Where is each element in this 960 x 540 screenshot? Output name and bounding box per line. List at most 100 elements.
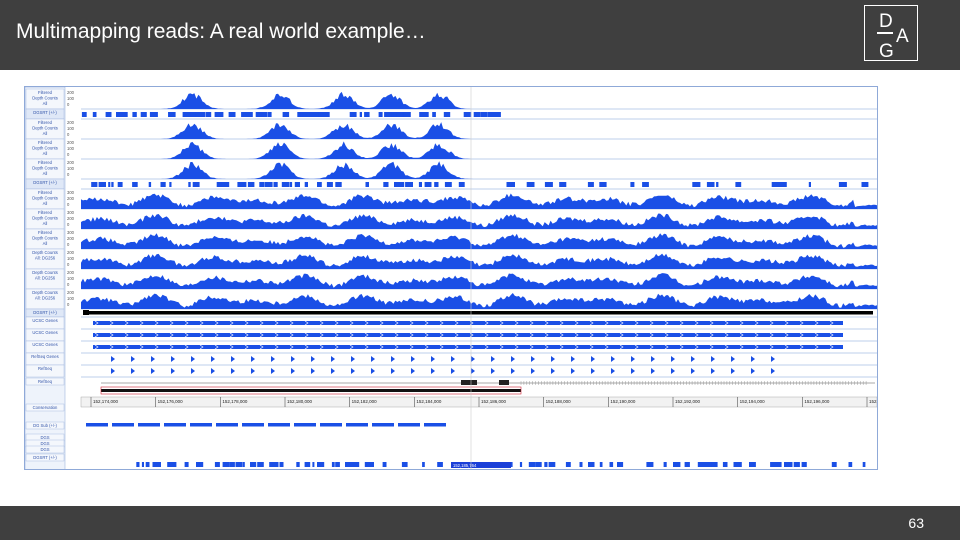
exon-arrow <box>211 356 215 362</box>
feature-block <box>227 182 230 187</box>
bottom-feature-block <box>242 462 245 467</box>
feature-block <box>365 182 369 187</box>
coverage-track <box>81 233 877 249</box>
ruler-tick-label: 152,180,000 <box>287 399 313 404</box>
bottom-feature-block <box>617 462 622 467</box>
bottom-feature-block <box>145 462 150 467</box>
page-number: 63 <box>908 515 924 531</box>
feature-block <box>184 112 191 117</box>
feature-block <box>122 112 128 117</box>
feature-block <box>404 112 410 117</box>
bottom-feature-block <box>548 462 556 467</box>
locus-highlight <box>101 389 521 392</box>
bottom-feature-block <box>235 462 243 467</box>
feature-block <box>273 182 278 187</box>
coverage-track <box>81 161 877 179</box>
exon-arrow <box>191 368 195 374</box>
ruler-tick-label: 152,178,000 <box>222 399 248 404</box>
track-label-text: All: DG256 <box>35 256 56 261</box>
bottom-feature-block <box>609 462 614 467</box>
coverage-track <box>81 213 877 229</box>
feature-block <box>262 112 268 117</box>
lower-label-text: Conservation <box>33 405 58 410</box>
exon-arrow <box>671 356 675 362</box>
locus-label: 152,185,764 <box>453 463 477 468</box>
gene-segment <box>424 423 446 427</box>
track-label-text: Depth Counts <box>32 250 58 255</box>
bottom-feature-block <box>675 462 681 467</box>
track-label-text: All <box>43 151 48 156</box>
slide-header: Multimapping reads: A real world example… <box>0 0 960 70</box>
track-scale-label: 200 <box>67 270 75 275</box>
feature-block <box>383 182 389 187</box>
track-scale-label: 0 <box>67 262 70 267</box>
track-label-text: Depth Counts <box>32 216 58 221</box>
feature-block <box>480 112 488 117</box>
track-scale-label: 0 <box>67 302 70 307</box>
gene-segment <box>242 423 264 427</box>
bottom-feature-block <box>770 462 777 467</box>
track-scale-label: 300 <box>67 210 75 215</box>
feature-block <box>418 182 422 187</box>
track-scale-label: 0 <box>67 202 70 207</box>
exon-arrow <box>471 356 475 362</box>
feature-block <box>304 182 308 187</box>
gene-model <box>93 345 843 349</box>
gene-model <box>93 333 843 337</box>
coverage-track <box>81 91 877 109</box>
feature-block <box>302 112 309 117</box>
feature-block <box>706 182 715 187</box>
track-label-text: All <box>43 171 48 176</box>
exon-arrow <box>131 356 135 362</box>
genome-browser-tracks: FilteredDepth CountsAll2001000DGSRT (+/-… <box>25 87 877 469</box>
bottom-feature-block <box>663 462 667 467</box>
exon-arrow <box>391 368 395 374</box>
exon-arrow <box>751 356 755 362</box>
ruler-tick-label: 152,182,000 <box>352 399 378 404</box>
track-scale-label: 0 <box>67 172 70 177</box>
exon-arrow <box>251 368 255 374</box>
feature-block <box>168 112 171 117</box>
feature-block <box>838 182 847 187</box>
feature-block <box>246 112 253 117</box>
exon-arrow <box>371 368 375 374</box>
bottom-feature-block <box>749 462 756 467</box>
feature-block <box>108 182 111 187</box>
exon-arrow <box>651 368 655 374</box>
feature-block <box>216 182 222 187</box>
feature-block <box>296 182 300 187</box>
coverage-track <box>81 141 877 159</box>
feature-block <box>259 182 265 187</box>
lower-label-text: DGS <box>40 435 49 440</box>
feature-block <box>692 182 700 187</box>
exon-arrow <box>711 356 715 362</box>
exon-arrow <box>111 368 115 374</box>
gene-segment <box>268 423 290 427</box>
feature-block <box>281 182 290 187</box>
bottom-feature-block <box>801 462 807 467</box>
track-scale-label: 0 <box>67 282 70 287</box>
bottom-feature-block <box>214 462 220 467</box>
feature-block <box>192 182 200 187</box>
gene-segment <box>86 423 108 427</box>
ruler-tick-label: 152,174,000 <box>93 399 119 404</box>
feature-block <box>396 112 403 117</box>
gene-segment <box>294 423 316 427</box>
feature-block <box>489 112 495 117</box>
exon-arrow <box>331 368 335 374</box>
bottom-feature-block <box>184 462 189 467</box>
track-label-text: RefSeq Genes <box>31 354 58 359</box>
bottom-feature-block <box>784 462 791 467</box>
ruler-tick-label: 152,176,000 <box>158 399 184 404</box>
bottom-feature-block <box>222 462 227 467</box>
feature-block <box>153 112 158 117</box>
exon-arrow <box>731 368 735 374</box>
track-label-text: All <box>43 131 48 136</box>
bottom-feature-block <box>588 462 595 467</box>
feature-block <box>771 182 778 187</box>
exon-arrow <box>431 356 435 362</box>
feature-block <box>630 182 635 187</box>
feature-block <box>861 182 869 187</box>
bottom-feature-block <box>353 462 360 467</box>
exon-arrow <box>471 368 475 374</box>
